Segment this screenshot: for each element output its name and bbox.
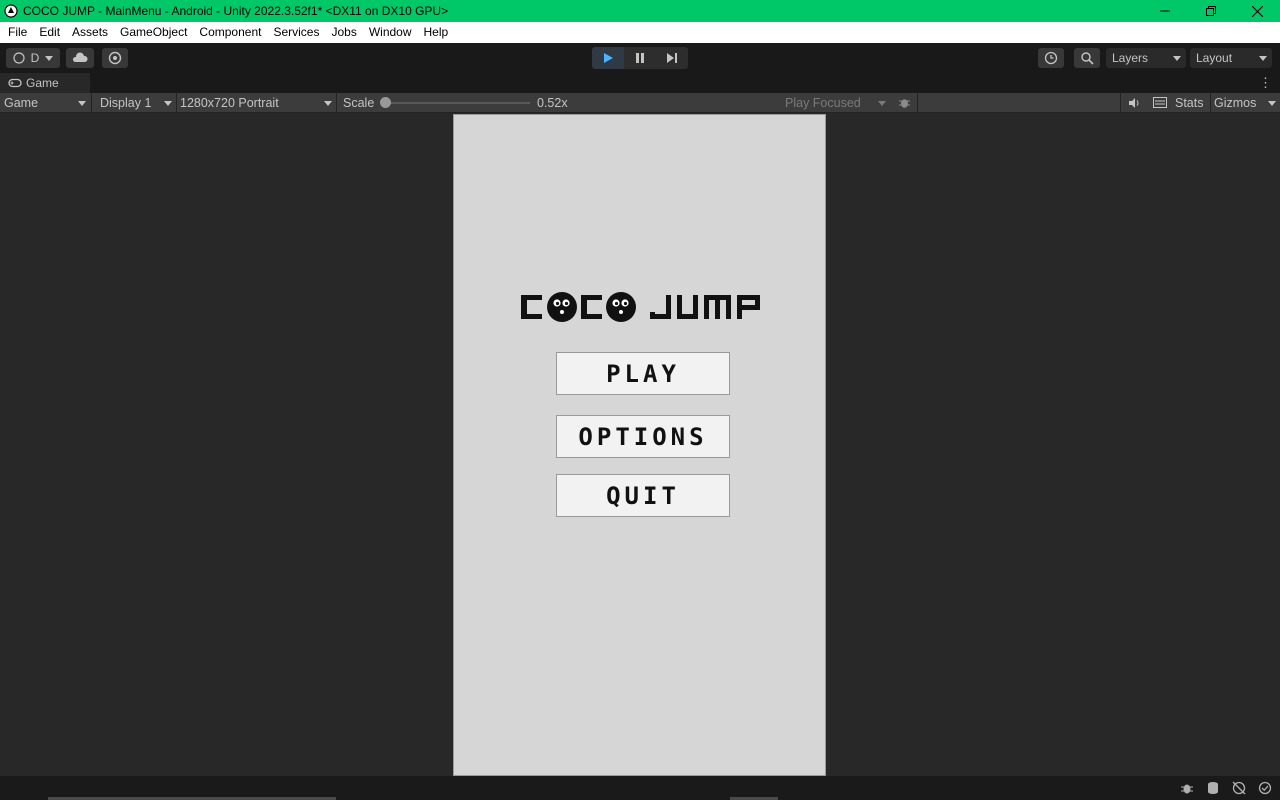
debug-button[interactable]: [894, 93, 914, 112]
menu-window[interactable]: Window: [363, 22, 418, 43]
bug-icon: [1181, 784, 1193, 794]
unity-logo-icon: [4, 4, 18, 18]
play-button-ui[interactable]: PLAY: [556, 352, 730, 395]
play-focus-dropdown[interactable]: Play Focused: [782, 93, 890, 112]
divider: [1210, 93, 1211, 112]
chevron-down-icon: [878, 101, 886, 106]
chevron-down-icon: [1173, 56, 1181, 61]
gizmos-button[interactable]: Gizmos: [1214, 93, 1256, 112]
account-dropdown[interactable]: D: [6, 48, 60, 68]
search-button[interactable]: [1074, 48, 1100, 68]
debug-mode-button[interactable]: [1178, 780, 1196, 796]
step-icon: [667, 53, 677, 63]
layers-label: Layers: [1112, 51, 1149, 65]
step-button[interactable]: [656, 47, 688, 69]
options-button[interactable]: OPTIONS: [556, 415, 730, 458]
pause-button[interactable]: [624, 47, 656, 69]
chevron-down-icon: [1268, 101, 1276, 106]
menu-services[interactable]: Services: [267, 22, 325, 43]
menu-jobs[interactable]: Jobs: [325, 22, 362, 43]
menu-assets[interactable]: Assets: [66, 22, 114, 43]
divider: [917, 93, 918, 112]
undo-history-button[interactable]: [1038, 48, 1064, 68]
gamepad-icon: [8, 78, 22, 88]
globe-off-icon: [1232, 781, 1246, 795]
progress-button[interactable]: [1256, 780, 1274, 796]
view-mode-label: Game: [4, 95, 39, 110]
network-button[interactable]: [1230, 780, 1248, 796]
tab-label: Game: [26, 76, 59, 90]
stats-button[interactable]: Stats: [1175, 93, 1204, 112]
play-controls: [592, 47, 688, 69]
restore-icon: [1206, 6, 1216, 16]
title-bar: COCO JUMP - MainMenu - Android - Unity 2…: [0, 0, 1280, 22]
scale-slider-handle[interactable]: [380, 97, 391, 108]
layers-dropdown[interactable]: Layers: [1106, 48, 1186, 68]
menu-bar: File Edit Assets GameObject Component Se…: [0, 22, 1280, 43]
cloud-account-icon: [13, 52, 25, 64]
tab-game[interactable]: Game: [0, 73, 90, 93]
play-icon: [604, 53, 613, 63]
play-focus-label: Play Focused: [785, 95, 861, 110]
menu-component[interactable]: Component: [193, 22, 267, 43]
layout-dropdown[interactable]: Layout: [1190, 48, 1272, 68]
close-icon: [1251, 5, 1263, 17]
window-title: COCO JUMP - MainMenu - Android - Unity 2…: [23, 4, 449, 18]
menu-edit[interactable]: Edit: [33, 22, 66, 43]
game-view-toolbar: Game Display 1 1280x720 Portrait Scale 0…: [0, 93, 1280, 113]
gear-icon: [108, 51, 122, 65]
database-icon: [1208, 782, 1218, 794]
chevron-down-icon: [324, 101, 332, 106]
display-dropdown[interactable]: Display 1: [92, 93, 176, 112]
display-label: Display 1: [100, 95, 152, 110]
check-circle-icon: [1258, 781, 1272, 795]
play-button[interactable]: [592, 47, 624, 69]
speaker-icon: [1128, 97, 1138, 108]
game-logo: [521, 292, 760, 322]
resolution-label: 1280x720 Portrait: [180, 95, 279, 110]
close-button[interactable]: [1234, 0, 1280, 22]
resolution-dropdown[interactable]: 1280x720 Portrait: [176, 93, 336, 112]
minimize-button[interactable]: [1142, 0, 1188, 22]
shortcuts-button[interactable]: [1150, 93, 1170, 112]
chevron-down-icon: [45, 55, 54, 61]
gizmos-dropdown[interactable]: [1262, 93, 1280, 112]
scale-slider-track[interactable]: [386, 102, 530, 104]
pause-icon: [636, 53, 644, 63]
mute-audio-button[interactable]: [1124, 93, 1144, 112]
game-canvas[interactable]: PLAY OPTIONS QUIT: [453, 114, 826, 776]
menu-file[interactable]: File: [2, 22, 33, 43]
menu-gameobject[interactable]: GameObject: [114, 22, 193, 43]
account-label: D: [30, 51, 40, 65]
chevron-down-icon: [78, 101, 86, 106]
cloud-icon: [72, 52, 88, 62]
chevron-down-icon: [1259, 56, 1267, 61]
quit-button[interactable]: QUIT: [556, 474, 730, 517]
cache-server-button[interactable]: [1204, 780, 1222, 796]
menu-help[interactable]: Help: [418, 22, 455, 43]
chevron-down-icon: [164, 101, 172, 106]
settings-button[interactable]: [102, 48, 128, 68]
minimize-icon: [1160, 10, 1170, 12]
bug-icon: [898, 99, 910, 108]
search-icon: [1080, 51, 1094, 65]
more-options-icon[interactable]: ⋮: [1259, 75, 1272, 91]
restore-button[interactable]: [1188, 0, 1234, 22]
view-mode-dropdown[interactable]: Game: [0, 93, 90, 112]
history-icon: [1044, 51, 1058, 65]
divider: [336, 93, 337, 112]
scale-label: Scale: [343, 95, 375, 110]
scale-value: 0.52x: [537, 95, 568, 110]
layout-label: Layout: [1196, 51, 1233, 65]
divider: [1120, 93, 1121, 112]
tab-bar: Game ⋮: [0, 73, 1280, 93]
keyboard-icon: [1153, 97, 1167, 108]
cloud-button[interactable]: [66, 48, 94, 68]
